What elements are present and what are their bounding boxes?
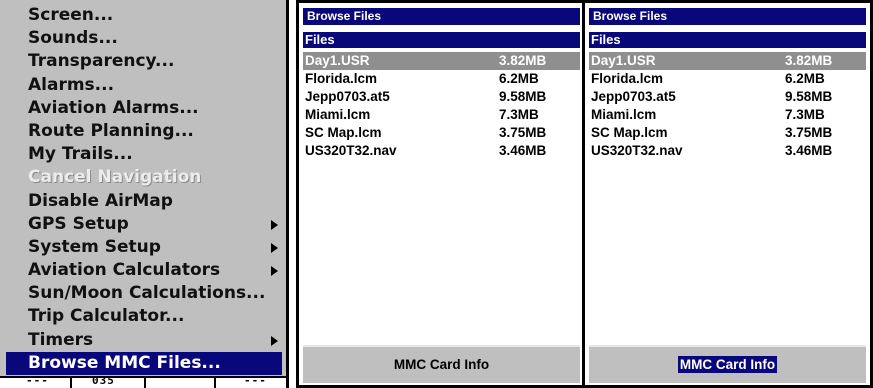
menu-item[interactable]: My Trails... (6, 143, 282, 166)
file-size: 9.58MB (499, 89, 547, 104)
file-row[interactable]: US320T32.nav 3.46MB (303, 142, 580, 160)
file-size: 3.46MB (499, 143, 547, 158)
menu-item-label: Alarms... (28, 74, 115, 95)
file-size: 3.46MB (785, 143, 833, 158)
menu-item[interactable]: Sounds... (6, 27, 282, 50)
file-size: 3.82MB (785, 53, 833, 68)
menu-item-label: Timers (28, 329, 94, 350)
menu-item-label: Screen... (28, 5, 114, 25)
file-name: Miami.lcm (305, 107, 371, 122)
file-size: 7.3MB (499, 107, 539, 122)
file-name: SC Map.lcm (305, 125, 382, 140)
file-name: Jepp0703.at5 (591, 89, 676, 104)
submenu-arrow-icon (271, 335, 278, 346)
file-size: 3.75MB (499, 125, 547, 140)
menu-item[interactable]: Aviation Calculators (6, 259, 282, 282)
menu-item-label: Aviation Calculators (28, 260, 221, 281)
file-row[interactable]: Florida.lcm 6.2MB (303, 70, 580, 88)
file-list: Day1.USR 3.82MB Florida.lcm 6.2MB Jepp0703.a… (589, 52, 866, 160)
menu-item-label: Cancel Navigation (28, 167, 202, 188)
menu-item[interactable]: Alarms... (6, 74, 282, 97)
file-name: Day1.USR (591, 53, 656, 68)
menu-item[interactable]: Timers (6, 329, 282, 352)
menu-item-label: My Trails... (28, 144, 133, 165)
file-row[interactable]: SC Map.lcm 3.75MB (589, 124, 866, 142)
menu-item[interactable]: Aviation Alarms... (6, 97, 282, 120)
menu-item[interactable]: Trip Calculator... (6, 305, 282, 328)
submenu-arrow-icon (271, 219, 278, 230)
panel-body: Browse Files Files Day1.USR 3.82MB Florida… (299, 3, 584, 385)
menu-item-label: Route Planning... (28, 120, 194, 141)
file-size: 6.2MB (785, 71, 825, 86)
menu-item[interactable]: Screen... (6, 4, 282, 27)
file-size: 7.3MB (785, 107, 825, 122)
file-name: Miami.lcm (591, 107, 657, 122)
file-name: SC Map.lcm (591, 125, 668, 140)
main-menu: Screen... Sounds... Transparency... Alarms.… (0, 0, 289, 388)
menu-item-label: Transparency... (28, 51, 175, 72)
menu-item-label: Trip Calculator... (28, 306, 185, 327)
menu-item[interactable]: Route Planning... (6, 120, 282, 143)
menu-item[interactable]: Browse MMC Files... (6, 351, 282, 375)
menu-item-label: Sun/Moon Calculations... (28, 283, 266, 304)
menu-item-label: Sounds... (28, 28, 118, 49)
mmc-card-info-button[interactable]: MMC Card Info (303, 345, 580, 383)
browse-files-panel: Browse Files Files Day1.USR 3.82MB Florida… (296, 0, 587, 388)
panel-body: Browse Files Files Day1.USR 3.82MB Florida… (585, 3, 870, 385)
file-row[interactable]: Miami.lcm 7.3MB (589, 106, 866, 124)
file-name: Jepp0703.at5 (305, 89, 390, 104)
file-row[interactable]: Jepp0703.at5 9.58MB (589, 88, 866, 106)
status-strip-field: --- (244, 374, 267, 387)
menu-item-label: GPS Setup (28, 213, 129, 234)
submenu-arrow-icon (271, 266, 278, 277)
tab-files[interactable]: Files (303, 32, 580, 48)
status-strip-field: --- (26, 374, 49, 387)
menu-item-label: Aviation Alarms... (28, 97, 199, 118)
mmc-card-info-label: MMC Card Info (393, 357, 490, 372)
file-row[interactable]: Florida.lcm 6.2MB (589, 70, 866, 88)
status-strip: --- 035 --- (0, 374, 286, 388)
file-name: Florida.lcm (591, 71, 664, 86)
file-name: US320T32.nav (305, 143, 397, 158)
status-strip-field: 035 (92, 374, 115, 387)
file-row[interactable]: Jepp0703.at5 9.58MB (303, 88, 580, 106)
file-name: US320T32.nav (591, 143, 683, 158)
file-size: 3.75MB (785, 125, 833, 140)
submenu-arrow-icon (271, 242, 278, 253)
menu-item-label: Disable AirMap (28, 190, 173, 211)
file-size: 3.82MB (499, 53, 547, 68)
menu-list: Screen... Sounds... Transparency... Alarms.… (6, 4, 282, 375)
file-row[interactable]: Day1.USR 3.82MB (589, 52, 866, 70)
file-size: 9.58MB (785, 89, 833, 104)
panel-title: Browse Files (303, 8, 580, 25)
file-row[interactable]: Miami.lcm 7.3MB (303, 106, 580, 124)
file-size: 6.2MB (499, 71, 539, 86)
menu-item: Cancel Navigation (6, 166, 282, 189)
strip-divider (70, 378, 72, 388)
menu-item[interactable]: Transparency... (6, 50, 282, 73)
menu-item[interactable]: GPS Setup (6, 213, 282, 236)
file-name: Day1.USR (305, 53, 370, 68)
file-list: Day1.USR 3.82MB Florida.lcm 6.2MB Jepp0703.a… (303, 52, 580, 160)
mmc-card-info-label: MMC Card Info (677, 356, 778, 373)
menu-item[interactable]: System Setup (6, 236, 282, 259)
mmc-card-info-button[interactable]: MMC Card Info (589, 345, 866, 383)
strip-divider (144, 378, 146, 388)
menu-item-label: Browse MMC Files... (28, 352, 221, 373)
file-row[interactable]: US320T32.nav 3.46MB (589, 142, 866, 160)
menu-item-label: System Setup (28, 236, 161, 257)
browse-files-panel: Browse Files Files Day1.USR 3.82MB Florida… (582, 0, 873, 388)
menu-item[interactable]: Sun/Moon Calculations... (6, 282, 282, 305)
menu-item[interactable]: Disable AirMap (6, 190, 282, 213)
strip-divider (214, 378, 216, 388)
panel-title: Browse Files (589, 8, 866, 25)
file-row[interactable]: SC Map.lcm 3.75MB (303, 124, 580, 142)
file-row[interactable]: Day1.USR 3.82MB (303, 52, 580, 70)
tab-files[interactable]: Files (589, 32, 866, 48)
file-name: Florida.lcm (305, 71, 378, 86)
